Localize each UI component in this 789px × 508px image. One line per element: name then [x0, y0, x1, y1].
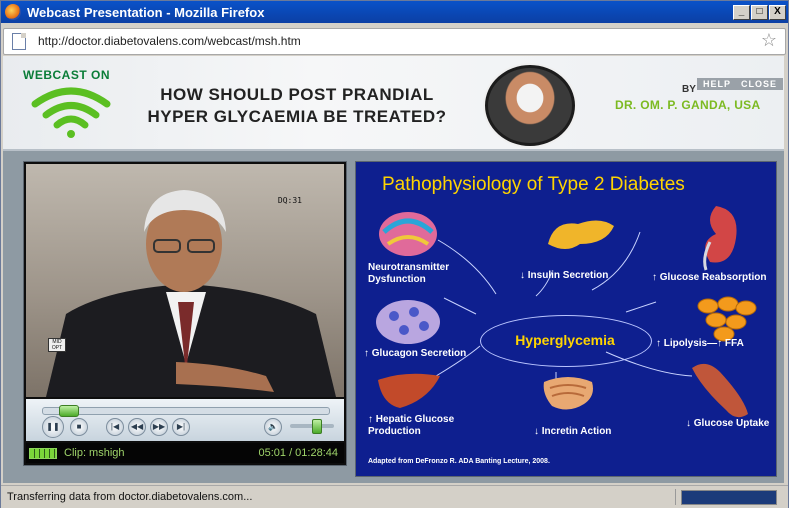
maximize-button[interactable]: □ — [751, 5, 768, 20]
url-bar[interactable]: http://doctor.diabetovalens.com/webcast/… — [3, 28, 786, 55]
player-status: Clip: mshigh 05:01 / 01:28:44 — [26, 443, 344, 463]
pause-button[interactable]: ❚❚ — [42, 416, 64, 438]
label-glucose-uptake: ↓ Glucose Uptake — [686, 418, 770, 429]
pancreas-icon — [548, 220, 614, 249]
mid-opt-badge: MID OPT — [48, 338, 66, 352]
video-player: DQ:31 MID OPT ❚❚ ■ |◀ ◀◀ ▶▶ ▶| 🔈 Clip: m… — [23, 161, 347, 466]
presentation-slide: Pathophysiology of Type 2 Diabetes Neuro… — [355, 161, 777, 477]
next-button[interactable]: ▶| — [172, 418, 190, 436]
clip-name: Clip: mshigh — [64, 447, 125, 459]
stop-button[interactable]: ■ — [70, 418, 88, 436]
label-glucagon-secretion: ↑ Glucagon Secretion — [364, 348, 467, 359]
loading-progress-bar — [681, 490, 777, 505]
speaker-name: DR. OM. P. GANDA, USA — [615, 98, 761, 112]
volume-thumb[interactable] — [312, 419, 322, 434]
url-text[interactable]: http://doctor.diabetovalens.com/webcast/… — [38, 34, 301, 48]
label-incretin-action: ↓ Incretin Action — [534, 426, 612, 437]
fast-forward-button[interactable]: ▶▶ — [150, 418, 168, 436]
label-glucose-reabsorption: ↑ Glucose Reabsorption — [652, 272, 767, 283]
player-controls: ❚❚ ■ |◀ ◀◀ ▶▶ ▶| 🔈 — [26, 399, 344, 441]
close-webcast-button[interactable]: CLOSE — [735, 78, 784, 90]
close-button[interactable]: X — [769, 5, 786, 20]
headline: HOW SHOULD POST PRANDIAL HYPER GLYCAEMIA… — [137, 84, 457, 128]
by-label: BY — [682, 84, 696, 95]
headline-line-2: HYPER GLYCAEMIA BE TREATED? — [147, 107, 447, 126]
seek-bar[interactable] — [42, 405, 330, 417]
window-title: Webcast Presentation - Mozilla Firefox — [27, 5, 265, 20]
webcast-header: WEBCAST ON HOW SHOULD POST PRANDIAL HYPE… — [3, 56, 784, 151]
label-hepatic-glucose: ↑ Hepatic Glucose Production — [368, 414, 455, 437]
minimize-button[interactable]: _ — [733, 5, 750, 20]
previous-button[interactable]: |◀ — [106, 418, 124, 436]
page-icon — [12, 33, 26, 50]
firefox-icon — [5, 4, 21, 20]
glucagon-cells-icon — [376, 300, 440, 344]
wifi-icon — [31, 87, 111, 138]
title-bar: Webcast Presentation - Mozilla Firefox _… — [1, 1, 788, 23]
bookmark-star-icon[interactable]: ☆ — [761, 30, 777, 51]
label-neurotransmitter: Neurotransmitter Dysfunction — [368, 262, 450, 285]
browser-window: Webcast Presentation - Mozilla Firefox _… — [0, 0, 789, 508]
speaker-portrait — [485, 65, 575, 146]
buffer-indicator-icon — [29, 448, 57, 459]
intestine-icon — [543, 377, 593, 410]
kidney-icon — [703, 206, 737, 271]
liver-icon — [378, 373, 440, 408]
label-lipolysis: ↑ Lipolysis—↑ FFA — [656, 338, 744, 349]
status-bar: Transferring data from doctor.diabetoval… — [1, 485, 788, 508]
video-overlay-code: DQ:31 — [277, 196, 302, 205]
headline-line-1: HOW SHOULD POST PRANDIAL — [160, 85, 434, 104]
rewind-button[interactable]: ◀◀ — [128, 418, 146, 436]
seek-thumb[interactable] — [59, 405, 79, 417]
video-frame[interactable]: DQ:31 MID OPT — [26, 164, 344, 397]
volume-icon[interactable]: 🔈 — [264, 418, 282, 436]
muscle-icon — [692, 363, 748, 418]
status-divider — [675, 489, 676, 505]
page-viewport: WEBCAST ON HOW SHOULD POST PRANDIAL HYPE… — [3, 56, 784, 483]
brain-icon — [379, 212, 437, 256]
fat-cells-icon — [697, 296, 757, 342]
playback-time: 05:01 / 01:28:44 — [258, 447, 338, 459]
status-text: Transferring data from doctor.diabetoval… — [7, 491, 253, 503]
volume-slider[interactable] — [290, 419, 334, 434]
slide-credit: Adapted from DeFronzo R. ADA Banting Lec… — [368, 458, 550, 465]
webcast-label: WEBCAST ON — [23, 68, 110, 82]
hyperglycemia-label: Hyperglycemia — [515, 332, 615, 348]
help-button[interactable]: HELP — [697, 78, 738, 90]
label-insulin-secretion: ↓ Insulin Secretion — [520, 270, 609, 281]
